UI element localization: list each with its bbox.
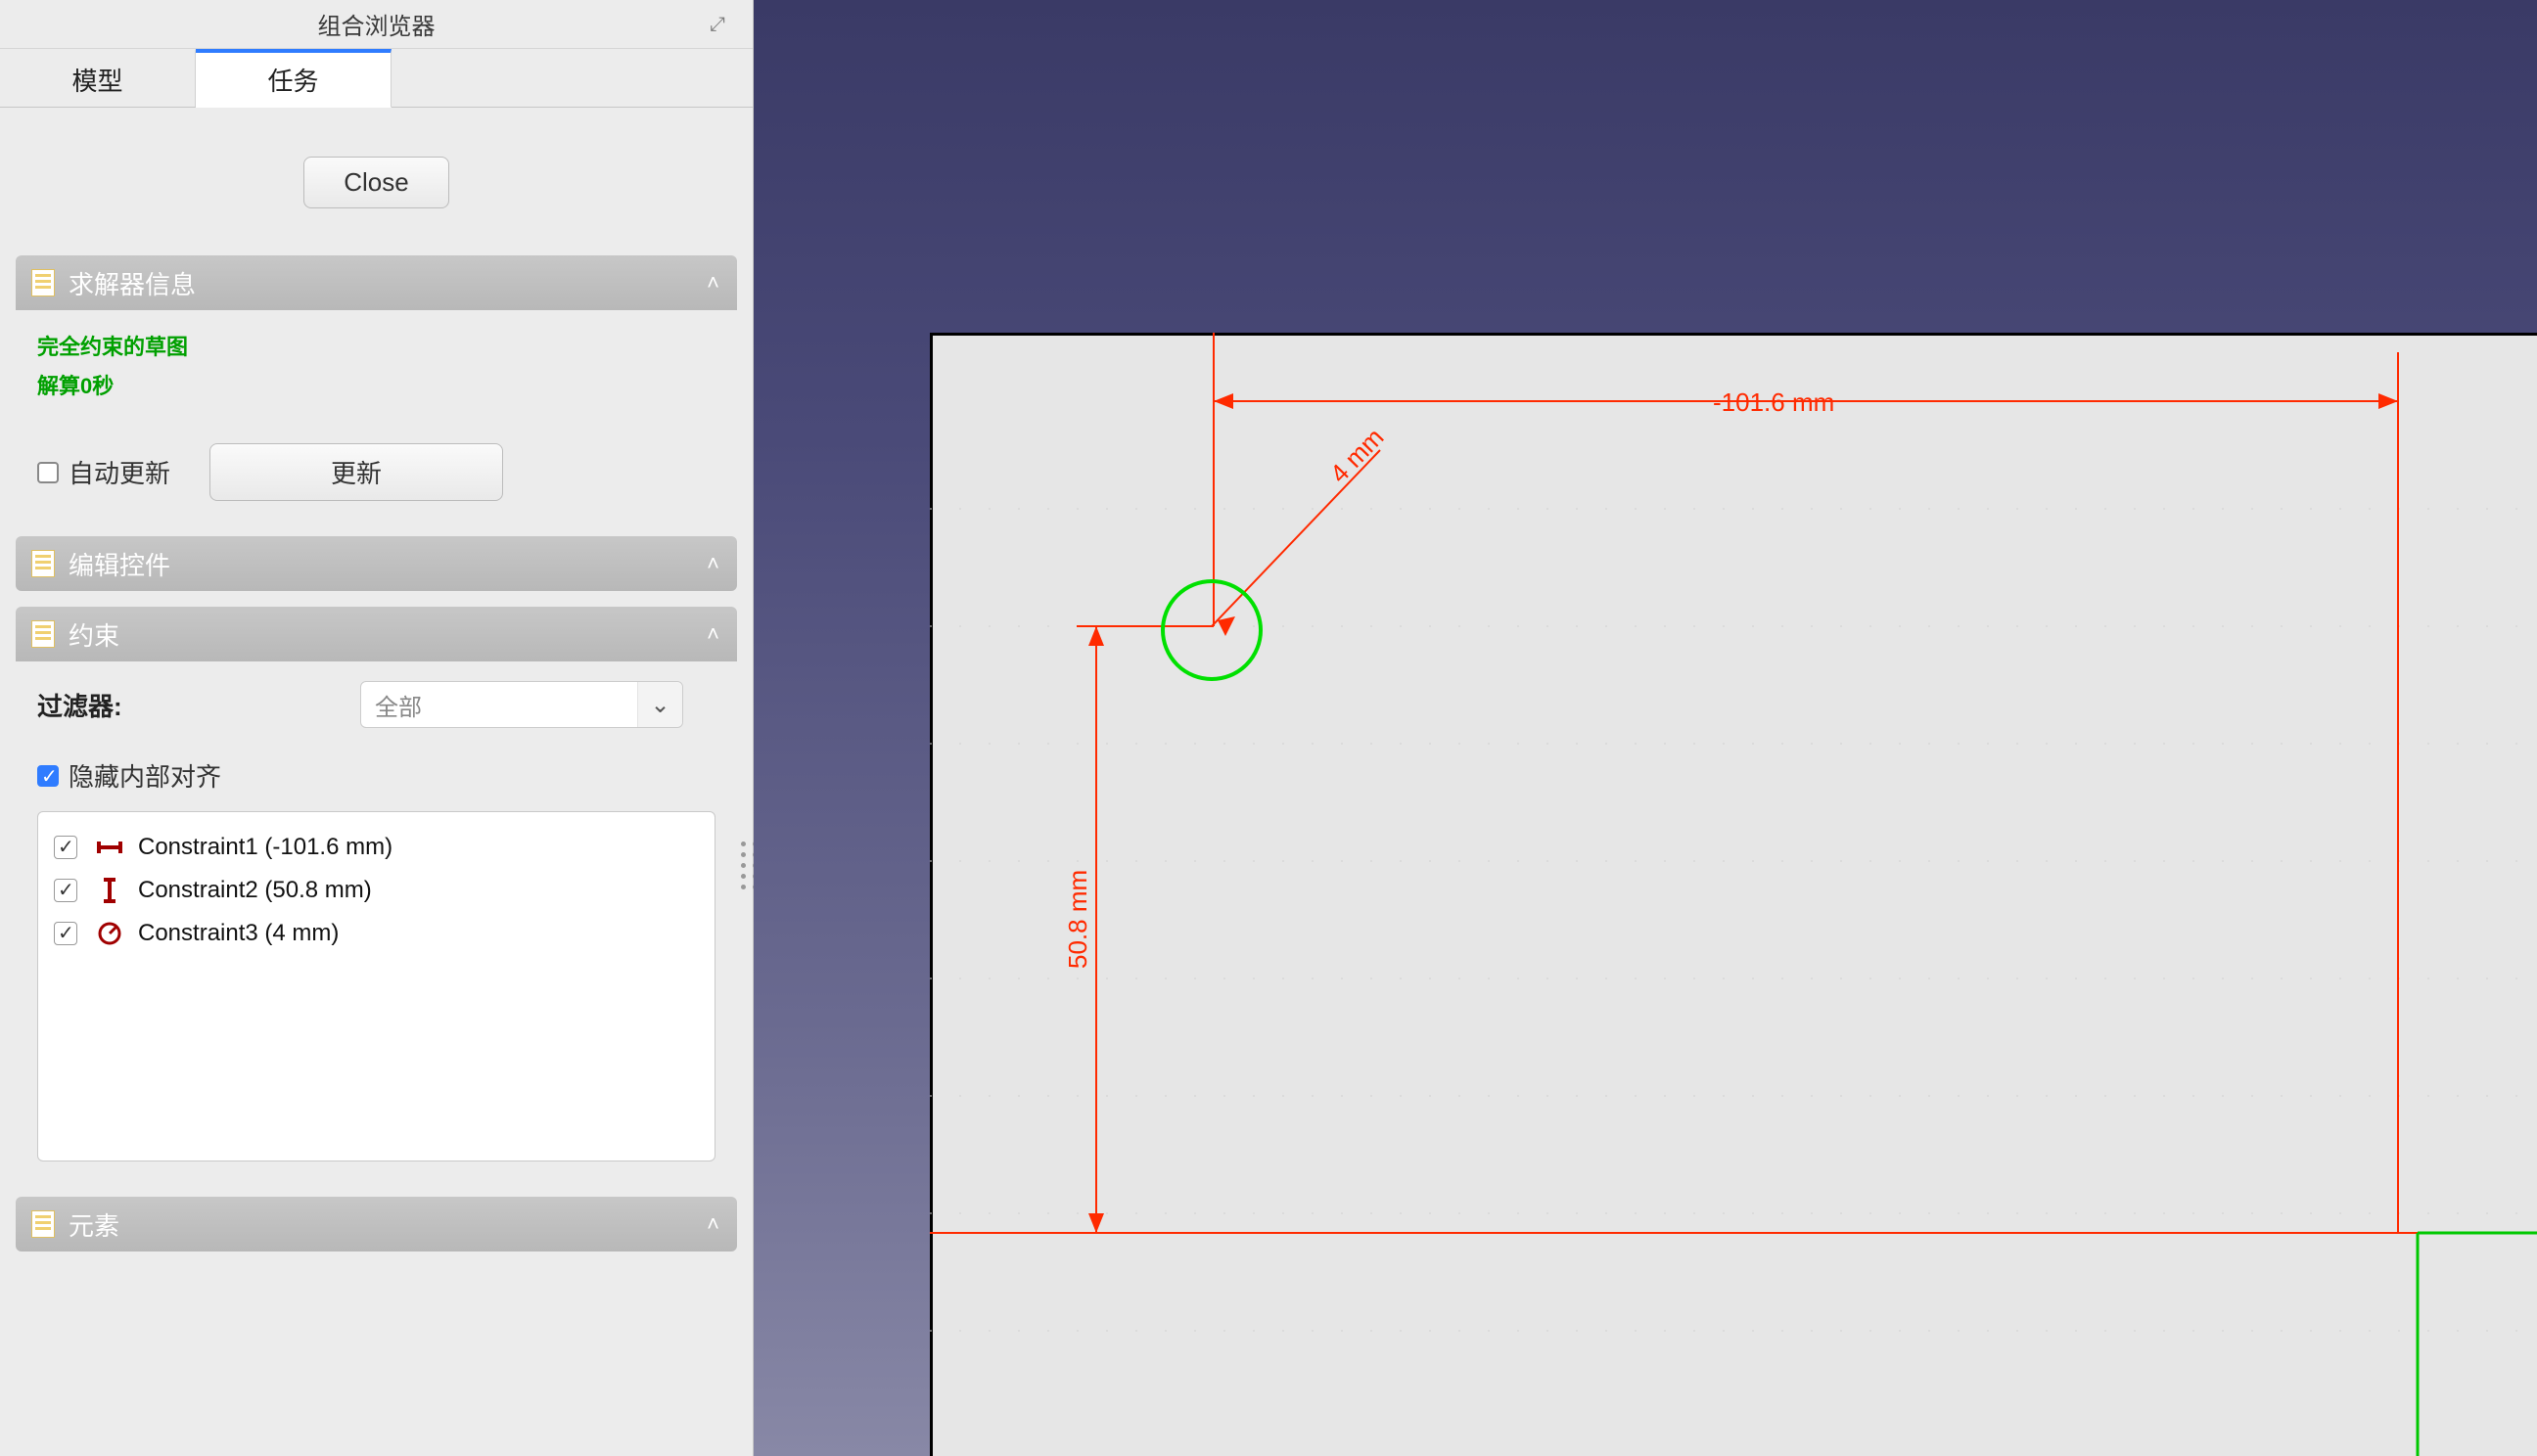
section-elements-title: 元素	[69, 1206, 119, 1243]
filter-value: 全部	[375, 688, 422, 722]
hide-internal-checkbox[interactable]: 隐藏内部对齐	[37, 757, 221, 794]
document-icon	[31, 1210, 55, 1238]
chevron-down-icon: ⌄	[637, 682, 682, 727]
section-edit-head[interactable]: 编辑控件 ˄	[16, 536, 737, 591]
dim-h-label: -101.6 mm	[1713, 387, 1834, 417]
tab-task-label: 任务	[267, 62, 318, 98]
filter-select[interactable]: 全部 ⌄	[360, 681, 683, 728]
panel-title: 组合浏览器	[318, 7, 436, 41]
section-constraints-title: 约束	[69, 616, 119, 653]
constraint-label: Constraint2 (50.8 mm)	[138, 877, 372, 904]
tab-model-label: 模型	[71, 62, 122, 98]
constraint-label: Constraint1 (-101.6 mm)	[138, 834, 392, 861]
expand-icon[interactable]: ⤢	[710, 14, 725, 36]
dimension-vertical[interactable]: 50.8 mm	[1063, 626, 1214, 1233]
app-root: 组合浏览器 ⤢ 模型 任务 Close 求解器信息 ˄ 完全约束的草图 解算0秒	[0, 0, 2537, 1456]
vertical-distance-icon	[95, 878, 124, 903]
checkbox-unchecked-icon	[37, 462, 59, 483]
close-button[interactable]: Close	[303, 157, 448, 208]
section-solver-title: 求解器信息	[69, 265, 196, 301]
update-button[interactable]: 更新	[209, 443, 503, 501]
dim-v-label: 50.8 mm	[1063, 870, 1092, 969]
solver-status-constrained: 完全约束的草图	[37, 330, 715, 361]
constraint-label: Constraint3 (4 mm)	[138, 920, 339, 947]
hide-internal-label: 隐藏内部对齐	[69, 757, 221, 794]
checkbox-checked-icon	[37, 765, 59, 787]
sketch-viewport[interactable]: -101.6 mm 4 mm 50.8 mm	[754, 0, 2537, 1456]
tab-model[interactable]: 模型	[0, 49, 196, 107]
constraint-row[interactable]: Constraint2 (50.8 mm)	[48, 869, 705, 912]
constraint-row[interactable]: Constraint3 (4 mm)	[48, 912, 705, 955]
auto-update-checkbox[interactable]: 自动更新	[37, 454, 170, 490]
sketch-circle[interactable]	[1163, 581, 1261, 679]
chevron-up-icon: ˄	[707, 270, 719, 296]
tab-task[interactable]: 任务	[196, 49, 392, 108]
document-icon	[31, 550, 55, 577]
section-elements: 元素 ˄	[16, 1197, 737, 1251]
constraint-row[interactable]: Constraint1 (-101.6 mm)	[48, 826, 705, 869]
checkbox-checked-icon[interactable]	[54, 922, 77, 945]
dimension-horizontal[interactable]: -101.6 mm	[1214, 352, 2398, 1233]
solver-status-time: 解算0秒	[37, 369, 715, 400]
dimension-radius[interactable]: 4 mm	[1212, 423, 1389, 636]
chevron-up-icon: ˄	[707, 551, 719, 576]
section-constraints-head[interactable]: 约束 ˄	[16, 607, 737, 661]
filter-label: 过滤器:	[37, 687, 360, 723]
section-edit-title: 编辑控件	[69, 546, 170, 582]
combo-browser-panel: 组合浏览器 ⤢ 模型 任务 Close 求解器信息 ˄ 完全约束的草图 解算0秒	[0, 0, 754, 1456]
chevron-up-icon: ˄	[707, 621, 719, 647]
sketch-overlay: -101.6 mm 4 mm 50.8 mm	[754, 0, 2537, 1456]
section-constraints-body: 过滤器: 全部 ⌄ 隐藏内部对齐 Co	[16, 661, 737, 1181]
radius-icon	[95, 921, 124, 946]
section-solver: 求解器信息 ˄ 完全约束的草图 解算0秒 自动更新 更新	[16, 255, 737, 521]
section-solver-head[interactable]: 求解器信息 ˄	[16, 255, 737, 310]
chevron-up-icon: ˄	[707, 1211, 719, 1237]
horizontal-distance-icon	[95, 838, 124, 857]
tab-bar: 模型 任务	[0, 49, 753, 108]
document-icon	[31, 269, 55, 296]
auto-update-label: 自动更新	[69, 454, 170, 490]
section-elements-head[interactable]: 元素 ˄	[16, 1197, 737, 1251]
panel-titlebar: 组合浏览器 ⤢	[0, 0, 753, 49]
constraint-list: Constraint1 (-101.6 mm) Constraint2 (50.…	[37, 811, 715, 1161]
section-constraints: 约束 ˄ 过滤器: 全部 ⌄ 隐藏内部对齐	[16, 607, 737, 1181]
checkbox-checked-icon[interactable]	[54, 836, 77, 859]
checkbox-checked-icon[interactable]	[54, 879, 77, 902]
close-row: Close	[0, 108, 753, 248]
section-edit: 编辑控件 ˄	[16, 536, 737, 591]
dim-r-label: 4 mm	[1324, 423, 1390, 489]
document-icon	[31, 620, 55, 648]
section-solver-body: 完全约束的草图 解算0秒 自动更新 更新	[16, 310, 737, 521]
